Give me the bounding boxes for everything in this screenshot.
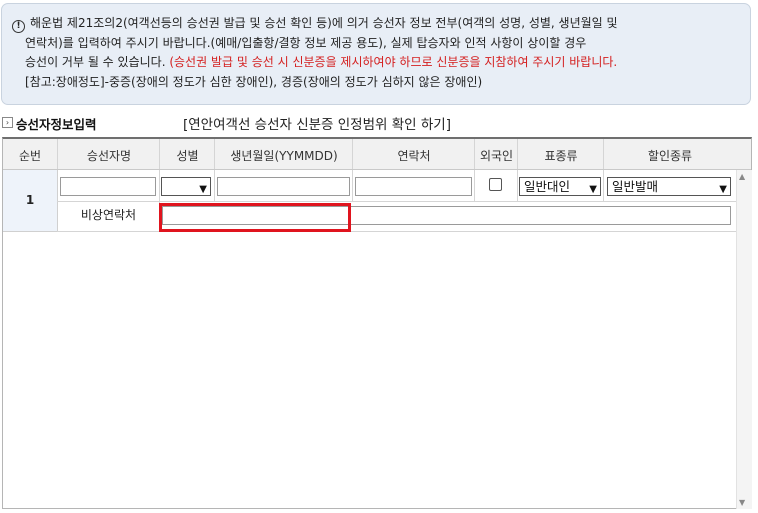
info-icon: ! <box>12 20 25 33</box>
birth-date-input[interactable] <box>217 177 350 196</box>
header-birth: 생년월일(YYMMDD) <box>230 149 338 163</box>
chevron-down-icon: ▼ <box>199 184 207 195</box>
notice-line-2: 연락처)를 입력하여 주시기 바랍니다.(예매/입출항/결항 정보 제공 용도)… <box>25 35 587 50</box>
passenger-name-input[interactable] <box>60 177 156 196</box>
header-foreigner: 외국인 <box>479 149 514 163</box>
foreigner-checkbox[interactable] <box>489 178 502 191</box>
scroll-down-icon[interactable]: ▼ <box>739 498 745 507</box>
notice-line-1: ! 해운법 제21조의2(여객선등의 승선권 발급 및 승선 확인 등)에 의거 … <box>12 14 738 34</box>
header-name: 승선자명 <box>86 149 132 163</box>
chevron-down-icon: ▼ <box>589 184 597 195</box>
row-number: 1 <box>3 170 58 232</box>
id-range-link[interactable]: [연안여객선 승선자 신분증 인정범위 확인 하기] <box>183 113 451 133</box>
notice-box: ! 해운법 제21조의2(여객선등의 승선권 발급 및 승선 확인 등)에 의거 … <box>1 3 751 105</box>
notice-line-4: [참고:장애정도]-중증(장애의 정도가 심한 장애인), 경증(장애의 정도가… <box>25 74 483 89</box>
emergency-contact-highlight <box>159 203 351 232</box>
passenger-grid: 순번 승선자명 성별 생년월일(YYMMDD) 연락처 외국인 표종류 할인종류… <box>2 137 752 509</box>
header-gender: 성별 <box>176 149 199 163</box>
header-ticket-type: 표종류 <box>544 149 578 163</box>
discount-type-select[interactable]: 일반발매 ▼ <box>607 177 731 196</box>
notice-line-3: 승선이 거부 될 수 있습니다. (승선권 발급 및 승선 시 신분증을 제시하… <box>25 55 618 69</box>
chevron-right-icon: › <box>2 117 13 128</box>
table-row: 1 ▼ 일반대인 ▼ 일반발매 ▼ 비상연락처 <box>3 170 736 232</box>
header-discount-type: 할인종류 <box>647 149 693 163</box>
vertical-scrollbar[interactable]: ▲ ▼ <box>736 170 752 509</box>
scroll-up-icon[interactable]: ▲ <box>739 172 745 181</box>
gender-select[interactable]: ▼ <box>161 177 211 196</box>
header-contact: 연락처 <box>397 149 431 163</box>
header-number: 순번 <box>18 149 42 163</box>
ticket-type-select[interactable]: 일반대인 ▼ <box>519 177 601 196</box>
emergency-contact-label: 비상연락처 <box>80 208 137 222</box>
section-title: 승선자정보입력 <box>16 117 97 132</box>
contact-input[interactable] <box>355 177 472 196</box>
grid-header: 순번 승선자명 성별 생년월일(YYMMDD) 연락처 외국인 표종류 할인종류 <box>3 139 751 170</box>
notice-warning-text: (승선권 발급 및 승선 시 신분증을 제시하여야 하므로 신분증을 지참하여 … <box>169 55 618 69</box>
section-header: › 승선자정보입력 [연안여객선 승선자 신분증 인정범위 확인 하기] <box>2 113 752 133</box>
chevron-down-icon: ▼ <box>719 184 727 195</box>
